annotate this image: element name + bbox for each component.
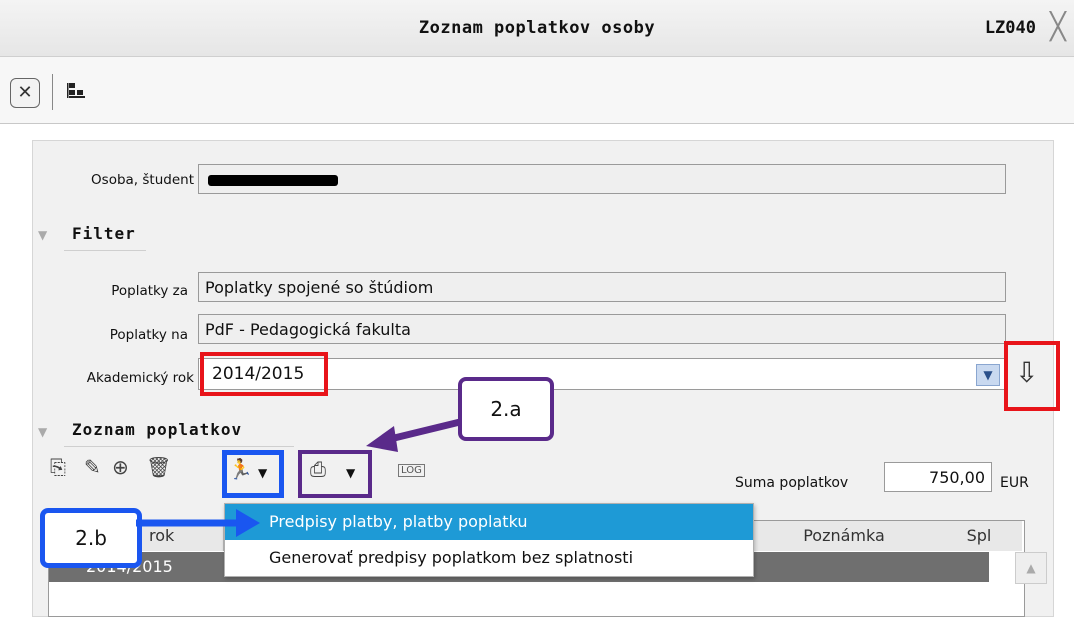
- column-header-spl[interactable]: Spl: [936, 521, 1022, 551]
- hierarchy-icon[interactable]: [66, 80, 88, 108]
- toolbar-separator: [52, 74, 53, 110]
- person-label: Osoba, študent: [91, 172, 194, 188]
- callout-2b-arrow: [136, 509, 260, 537]
- callout-2b: 2.b: [40, 508, 142, 568]
- new-record-icon[interactable]: ⎘: [50, 455, 66, 479]
- year-value: 2014/2015: [212, 364, 305, 384]
- dropdown-caret-icon-2[interactable]: ▼: [346, 466, 355, 480]
- menu-item-generate-prescriptions[interactable]: Generovať predpisy poplatkom bez splatno…: [225, 540, 753, 576]
- run-icon[interactable]: 🏃: [228, 457, 253, 481]
- arrow-down-icon[interactable]: ⇩: [1015, 356, 1038, 389]
- fees-for-label: Poplatky za: [111, 283, 188, 299]
- toolbar: [0, 57, 1074, 124]
- zoom-in-icon[interactable]: ⊕: [112, 455, 129, 479]
- sum-label: Suma poplatkov: [735, 475, 849, 491]
- year-label: Akademický rok: [86, 370, 194, 386]
- collapse-triangle-icon[interactable]: ▼: [38, 228, 47, 242]
- window-code: LZ040: [984, 18, 1036, 38]
- log-icon[interactable]: LOG: [398, 464, 425, 477]
- scroll-up-icon[interactable]: ▲: [1015, 552, 1047, 584]
- callout-2a: 2.a: [458, 377, 554, 441]
- chevron-down-icon[interactable]: ▼: [976, 364, 1000, 386]
- edit-pencil-icon[interactable]: ✎: [84, 455, 101, 479]
- printer-icon[interactable]: ⎙: [310, 457, 326, 481]
- close-button[interactable]: ✕: [10, 78, 40, 108]
- callout-2a-arrow: [366, 418, 461, 452]
- menu-item-payment-prescriptions[interactable]: Predpisy platby, platby poplatku: [225, 504, 753, 540]
- window-title: Zoznam poplatkov osoby: [418, 18, 656, 38]
- action-menu: Predpisy platby, platby poplatku Generov…: [224, 503, 754, 577]
- collapse-triangle-icon-2[interactable]: ▼: [38, 425, 47, 439]
- close-icon[interactable]: ╳: [1042, 12, 1074, 44]
- fees-for-field[interactable]: Poplatky spojené so štúdiom: [198, 272, 1006, 302]
- section-underline: [64, 250, 146, 251]
- column-header-note[interactable]: Poznámka: [752, 521, 937, 551]
- fee-list-section-title: Zoznam poplatkov: [72, 420, 243, 439]
- sum-field: 750,00: [884, 462, 992, 492]
- redaction-bar: [208, 175, 338, 186]
- close-icon: ✕: [17, 82, 33, 103]
- dropdown-caret-icon[interactable]: ▼: [258, 466, 267, 480]
- hierarchy-icon-svg: [67, 83, 85, 98]
- fees-on-field[interactable]: PdF - Pedagogická fakulta: [198, 314, 1006, 344]
- section-underline-2: [64, 446, 294, 447]
- currency-label: EUR: [1000, 475, 1029, 491]
- filter-section-title: Filter: [72, 224, 136, 243]
- trash-icon[interactable]: 🗑: [146, 455, 171, 479]
- fees-on-label: Poplatky na: [109, 327, 188, 343]
